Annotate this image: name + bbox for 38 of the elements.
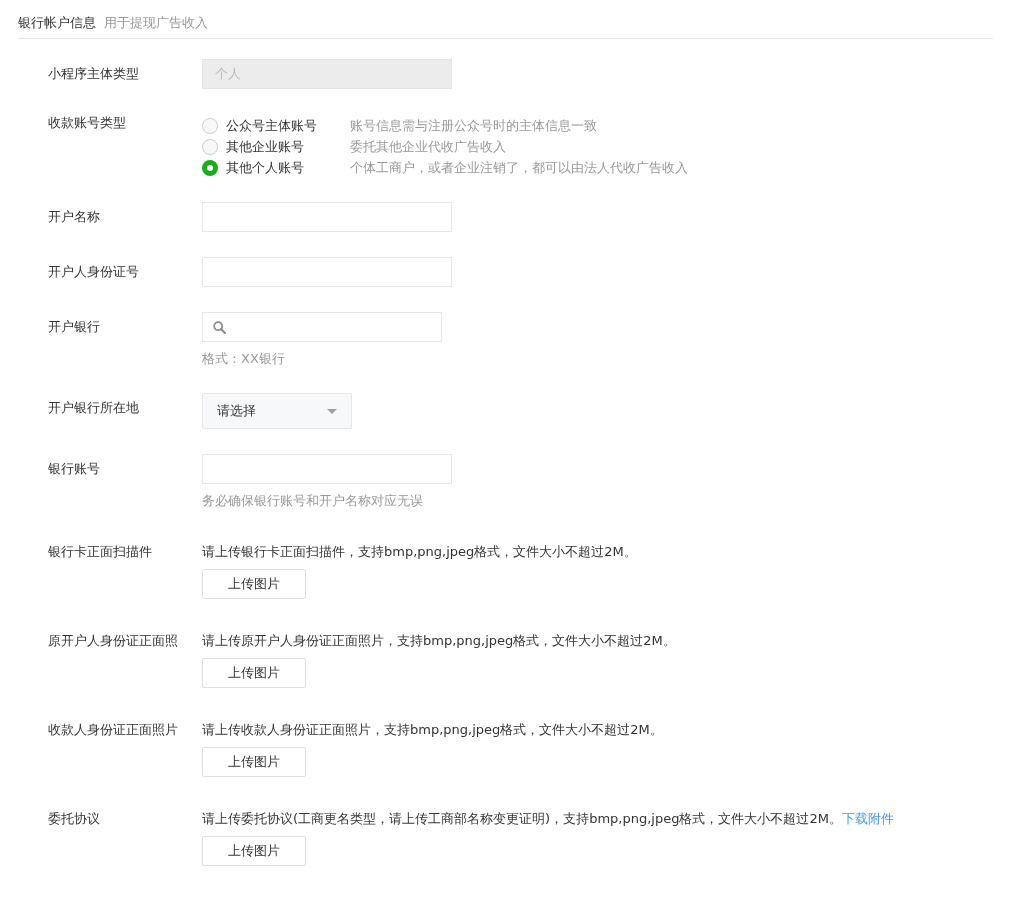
option-hint: 个体工商户，或者企业注销了，都可以由法人代收广告收入: [350, 159, 689, 177]
field-label: 银行卡正面扫描件: [48, 543, 153, 561]
upload-instructions: 请上传委托协议(工商更名类型，请上传工商部名称变更证明)，支持bmp,png,jpeg格式，文件大小不超过2M。下载附件: [202, 810, 894, 828]
field-label: 开户银行所在地: [48, 399, 140, 417]
caret-icon: [327, 408, 337, 414]
search-field[interactable]: [202, 312, 442, 342]
upload-button[interactable]: 上传图片: [202, 836, 306, 866]
upload-instructions: 请上传收款人身份证正面照片，支持bmp,png,jpeg格式，文件大小不超过2M。: [202, 721, 663, 739]
upload-instructions: 请上传原开户人身份证正面照片，支持bmp,png,jpeg格式，文件大小不超过2M。: [202, 632, 676, 650]
upload-instructions: 请上传银行卡正面扫描件，支持bmp,png,jpeg格式，文件大小不超过2M。: [202, 543, 637, 561]
field-hint: 格式：XX银行: [202, 350, 285, 368]
field-label: 小程序主体类型: [48, 65, 140, 83]
field-label: 开户人身份证号: [48, 263, 140, 281]
section-subtitle: 用于提现广告收入: [104, 14, 208, 32]
radio-label[interactable]: 其他企业账号: [226, 138, 350, 156]
radio-button[interactable]: [202, 118, 218, 134]
radio-label[interactable]: 公众号主体账号: [226, 117, 350, 135]
section-title: 银行帐户信息: [18, 14, 96, 32]
field-label: 收款账号类型: [48, 114, 127, 132]
text-field[interactable]: [202, 202, 452, 232]
radio-button[interactable]: [202, 139, 218, 155]
upload-button[interactable]: 上传图片: [202, 747, 306, 777]
text-field[interactable]: [202, 454, 452, 484]
radio-label[interactable]: 其他个人账号: [226, 159, 350, 177]
option-hint: 委托其他企业代收广告收入: [350, 138, 507, 156]
text-field[interactable]: [202, 257, 452, 287]
field-label: 原开户人身份证正面照: [48, 632, 179, 650]
location-dropdown[interactable]: 请选择: [202, 393, 352, 429]
field-label: 开户银行: [48, 318, 101, 336]
upload-button[interactable]: 上传图片: [202, 569, 306, 599]
field-label: 开户名称: [48, 208, 101, 226]
field-label: 委托协议: [48, 810, 101, 828]
radio-button[interactable]: [202, 160, 218, 176]
field-hint: 务必确保银行账号和开户名称对应无误: [202, 492, 423, 510]
search-icon: [213, 320, 226, 334]
upload-button[interactable]: 上传图片: [202, 658, 306, 688]
field-label: 银行账号: [48, 460, 101, 478]
field-label: 收款人身份证正面照片: [48, 721, 179, 739]
